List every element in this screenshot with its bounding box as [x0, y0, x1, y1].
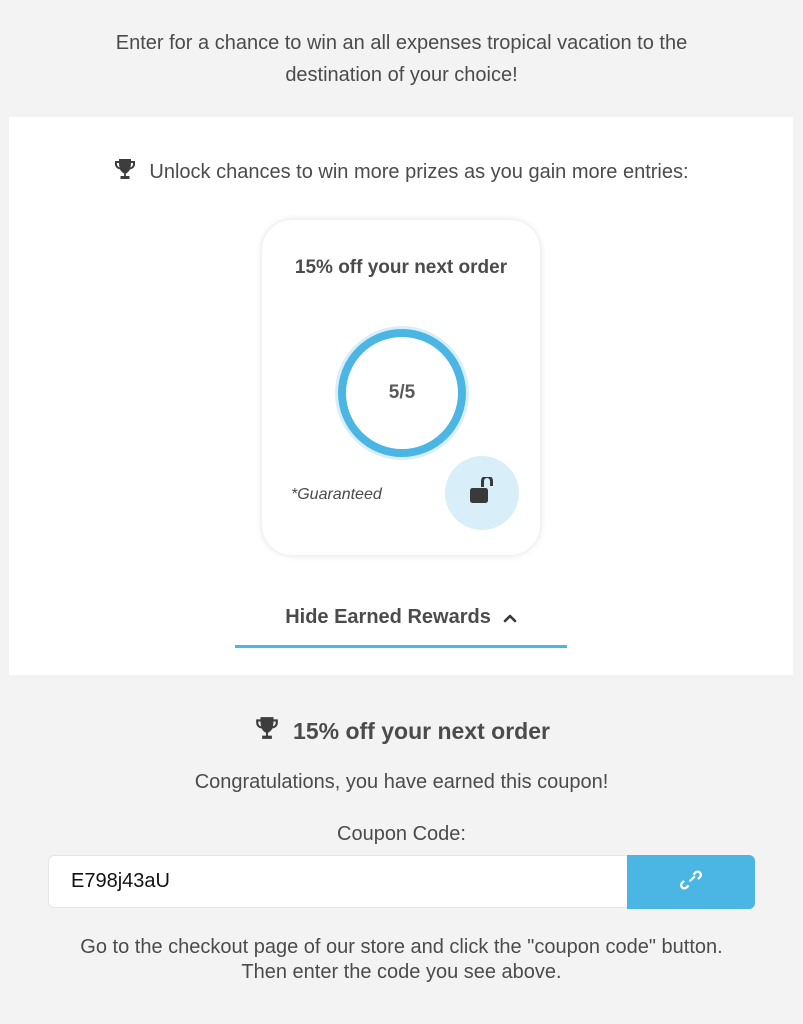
hide-earned-rewards-toggle[interactable]: Hide Earned Rewards	[235, 590, 567, 648]
reward-title: 15% off your next order	[294, 257, 508, 278]
chevron-up-icon	[503, 606, 517, 629]
coupon-code-label: Coupon Code:	[337, 823, 466, 845]
earned-coupon-section: 15% off your next order Congratulations,…	[0, 675, 803, 1024]
link-icon	[678, 867, 704, 898]
coupon-instructions: Go to the checkout page of our store and…	[80, 936, 723, 983]
earned-title: 15% off your next order	[293, 717, 550, 744]
congrats-text: Congratulations, you have earned this co…	[194, 771, 609, 793]
progress-count: 5/5	[388, 382, 416, 403]
coupon-code-field[interactable]	[48, 855, 628, 908]
earned-heading: 15% off your next order	[0, 715, 803, 747]
rewards-panel: Unlock chances to win more prizes as you…	[9, 117, 793, 675]
unlocked-padlock-icon	[467, 474, 497, 510]
trophy-icon	[113, 157, 137, 187]
guaranteed-note: *Guaranteed	[291, 486, 382, 503]
copy-coupon-button[interactable]	[627, 855, 755, 909]
intro-banner: Enter for a chance to win an all expense…	[0, 0, 803, 117]
hide-rewards-label: Hide Earned Rewards	[285, 606, 491, 628]
intro-text: Enter for a chance to win an all expense…	[115, 31, 688, 86]
unlock-text: Unlock chances to win more prizes as you…	[149, 160, 689, 183]
unlock-heading: Unlock chances to win more prizes as you…	[9, 157, 793, 187]
reward-card: 15% off your next order 5/5 *Guaranteed	[262, 220, 540, 555]
progress-ring: 5/5	[332, 323, 472, 463]
unlock-status-button[interactable]	[445, 456, 519, 530]
trophy-icon	[253, 715, 281, 747]
